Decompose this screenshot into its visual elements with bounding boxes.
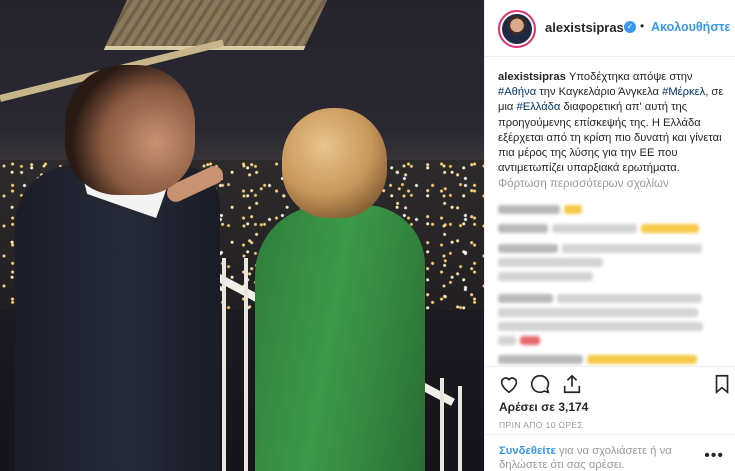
post-caption: alexistsipras Υποδέχτηκα απόψε στην #Αθή… <box>498 70 726 176</box>
railing-bar <box>458 386 462 471</box>
caption-text: την Καγκελάριο Άνγκελα <box>536 86 663 99</box>
blurred-text <box>498 322 703 332</box>
blurred-comment <box>498 201 718 219</box>
blurred-text <box>498 205 560 215</box>
hashtag-link[interactable]: #Μέρκελ <box>662 86 705 98</box>
man-figure <box>15 165 220 471</box>
blurred-text <box>498 272 593 282</box>
railing-bar <box>244 258 248 471</box>
blurred-text <box>552 224 637 234</box>
hashtag-link[interactable]: #Αθήνα <box>498 86 536 98</box>
post-header: alexistsipras ✓ • Ακολουθήστε <box>485 0 735 57</box>
blurred-text <box>498 336 516 346</box>
header-separator: • <box>640 19 645 33</box>
username-link[interactable]: alexistsipras <box>545 20 624 35</box>
blurred-emoji <box>564 205 582 215</box>
heart-icon[interactable] <box>498 373 520 395</box>
man-head <box>65 65 195 195</box>
post-photo[interactable] <box>0 0 484 471</box>
blurred-text <box>498 244 558 254</box>
blurred-text <box>498 355 583 365</box>
railing-bar <box>222 258 226 471</box>
blurred-comment-line <box>498 332 718 350</box>
blurred-emoji <box>641 224 699 234</box>
avatar[interactable] <box>498 10 536 48</box>
action-bar <box>485 366 735 396</box>
blurred-text <box>498 258 603 268</box>
comment-icon[interactable] <box>529 373 551 395</box>
blurred-text <box>562 244 702 254</box>
woman-head <box>282 108 387 218</box>
post-sidebar: alexistsipras ✓ • Ακολουθήστε alexistsip… <box>484 0 735 471</box>
blurred-emoji <box>520 336 540 346</box>
login-prompt: Συνδεθείτε για να σχολιάσετε ή να δηλώσε… <box>485 434 735 471</box>
blurred-comment-line <box>498 268 718 286</box>
blurred-text <box>557 294 702 304</box>
share-icon[interactable] <box>561 373 583 395</box>
verified-badge-icon: ✓ <box>624 21 636 33</box>
woman-figure <box>255 205 425 471</box>
follow-button[interactable]: Ακολουθήστε <box>651 20 730 34</box>
login-prompt-text: Συνδεθείτε για να σχολιάσετε ή να δηλώσε… <box>499 444 699 471</box>
blurred-text <box>498 224 548 234</box>
blurred-text <box>498 294 553 304</box>
load-more-comments-button[interactable]: Φόρτωση περισσότερων σχολίων <box>498 178 669 190</box>
blurred-text <box>498 308 698 318</box>
more-options-icon[interactable]: ••• <box>704 447 724 465</box>
railing-bar <box>440 378 444 471</box>
login-link[interactable]: Συνδεθείτε <box>499 445 556 457</box>
post-timestamp[interactable]: ΠΡΙΝ ΑΠΟ 10 ΩΡΕΣ <box>499 420 583 430</box>
avatar-image <box>502 14 532 44</box>
blurred-comment <box>498 220 718 238</box>
likes-count[interactable]: Αρέσει σε 3,174 <box>499 400 588 414</box>
blurred-emoji <box>587 355 697 365</box>
hashtag-link[interactable]: #Ελλάδα <box>517 101 561 113</box>
caption-text: Υποδέχτηκα απόψε στην <box>565 71 693 83</box>
bookmark-icon[interactable] <box>711 373 733 395</box>
caption-username[interactable]: alexistsipras <box>498 71 566 83</box>
